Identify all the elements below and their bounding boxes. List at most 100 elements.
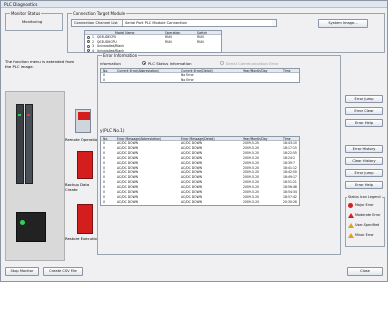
history-cell-time: 20:30:26 [283,199,297,204]
history-cell-abbr: AC/DC DOWN [117,170,138,175]
plc-image-panel [5,91,65,261]
error-jump-button-1[interactable]: Error Jump [345,95,383,103]
history-cell-abbr: AC/DC DOWN [117,194,138,199]
option-module-label[interactable]: nformation [100,61,121,66]
history-cell-detail: AC/DC DOWN [181,150,202,155]
connection-group: Connection Target Module Connection Chan… [67,11,385,53]
create-csv-button-label: Create CSV File [49,269,77,273]
error-help-button-2[interactable]: Error Help [345,181,383,189]
remote-operation-label[interactable]: Remote Operation [65,137,100,142]
history-row[interactable]: 0 AC/DC DOWN AC/DC DOWN 2009-5-20 18:56:48 [101,185,299,190]
module-row-operation: RUN [165,35,172,39]
history-cell-no: 0 [103,165,105,170]
connection-channel-label: Connection Channel List [74,21,118,25]
clear-history-button-label: Clear History [352,159,376,163]
history-cell-date: 2009-5-20 [243,190,260,194]
remote-operation-icon[interactable] [75,109,91,133]
serial-error-radio[interactable] [220,61,224,65]
history-cell-time: 18:17:15 [283,145,297,150]
module-row-operation: RUN [165,39,172,44]
module-row-model: Q03UDECPU [97,35,117,39]
error-jump-button-2[interactable]: Error Jump [345,169,383,177]
current-error-cell-detail: No Error [181,77,194,82]
history-cell-time: 18:49:17 [283,175,297,180]
window-title: PLC Diagnostics [1,1,387,8]
backup-label[interactable]: Backup Data Create [65,182,95,192]
history-cell-time: 18:22:55 [283,150,297,155]
history-row[interactable]: 0 AC/DC DOWN AC/DC DOWN 2009-5-20 18:49:17 [101,175,299,180]
module-row-radio[interactable] [87,44,90,48]
history-row[interactable]: 0 AC/DC DOWN AC/DC DOWN 2009-5-20 18:51:21 [101,180,299,184]
module-row-radio[interactable] [87,35,90,39]
history-cell-detail: AC/DC DOWN [181,185,202,190]
history-cell-no: 0 [103,170,105,175]
connection-channel-value[interactable]: Serial Port PLC Module Connection [122,20,272,26]
module-table-row[interactable]: 2 Q03UDHCPU RUN RUN [85,39,221,44]
current-error-row[interactable]: 0 No Error [101,73,299,77]
history-cell-detail: AC/DC DOWN [181,199,202,204]
module-table-row[interactable]: 3 Uninstalled/Blank [85,44,221,49]
history-row[interactable]: 0 AC/DC DOWN AC/DC DOWN 2009-5-20 18:42:50 [101,170,299,175]
plc-led-green [18,114,21,116]
history-row[interactable]: 0 AC/DC DOWN AC/DC DOWN 2009-5-20 18:57:42 [101,194,299,199]
status-icon-legend: Status Icon Legend Major Error Moderate E… [345,195,385,247]
module-row-switch: RUN [197,39,204,44]
plc-status-radio[interactable] [142,61,146,65]
history-row[interactable]: 0 AC/DC DOWN AC/DC DOWN 2009-5-20 18:41:12 [101,165,299,170]
restore-icon[interactable] [77,204,93,234]
stop-monitor-button[interactable]: Stop Monitor [5,267,39,276]
current-error-cell-detail: No Error [181,73,194,77]
stop-monitor-button-label: Stop Monitor [10,269,34,273]
history-cell-abbr: AC/DC DOWN [117,190,138,194]
history-row[interactable]: 0 AC/DC DOWN AC/DC DOWN 2009-5-20 20:30:26 [101,199,299,204]
module-row-radio[interactable] [87,40,90,44]
option-serial-label: Serial Communication Error [226,61,279,66]
history-cell-detail: AC/DC DOWN [181,160,202,165]
error-clear-button-label: Error Clear [354,109,374,113]
close-button[interactable]: Close [347,267,383,276]
history-table: No. Error Message(Abbreviation) Error Me… [100,136,300,206]
error-info-title: Error Information [102,53,139,58]
history-row[interactable]: 0 AC/DC DOWN AC/DC DOWN 2009-5-20 18:54:34 [101,190,299,194]
restore-label[interactable]: Restore Execution [65,236,99,241]
history-cell-time: 18:43:10 [283,141,297,145]
error-clear-button[interactable]: Error Clear [345,107,383,115]
history-cell-no: 0 [103,160,105,165]
module-row-model: Q03UDHCPU [97,39,117,44]
history-cell-detail: AC/DC DOWN [181,194,202,199]
system-image-button[interactable]: System Image... [318,19,368,28]
module-row-radio[interactable] [87,49,90,52]
history-cell-abbr: AC/DC DOWN [117,175,138,180]
history-cell-no: 0 [103,155,105,160]
history-row[interactable]: 0 AC/DC DOWN AC/DC DOWN 2009-5-20 18:24:2 [101,155,299,160]
current-error-row[interactable]: 0 No Error [101,77,299,82]
history-cell-detail: AC/DC DOWN [181,190,202,194]
history-cell-date: 2009-5-20 [243,150,260,155]
module-row-model: Uninstalled/Blank [97,44,125,49]
history-row[interactable]: 0 AC/DC DOWN AC/DC DOWN 2009-5-20 18:43:10 [101,141,299,145]
monitor-status-value: Monitoring [22,19,43,24]
legend-item-label: Major Error [355,203,374,207]
history-row[interactable]: 0 AC/DC DOWN AC/DC DOWN 2009-5-20 18:39:7 [101,160,299,165]
error-history-button[interactable]: Error History [345,145,383,153]
history-cell-date: 2009-5-20 [243,141,260,145]
moderate-error-icon [348,213,354,218]
error-help-button-1[interactable]: Error Help [345,119,383,127]
error-help-button-2-label: Error Help [354,183,374,187]
error-jump-button-2-label: Error Jump [354,171,374,175]
option-plc-status-label[interactable]: PLC Status Information [148,61,192,66]
history-cell-no: 0 [103,145,105,150]
backup-icon[interactable] [77,151,93,179]
create-csv-button[interactable]: Create CSV File [43,267,83,276]
history-cell-no: 0 [103,150,105,155]
history-row[interactable]: 0 AC/DC DOWN AC/DC DOWN 2009-5-20 18:22:55 [101,150,299,155]
plc-module-2[interactable] [25,104,33,184]
history-cell-no: 0 [103,175,105,180]
legend-item-label: Minor Error [355,233,374,237]
clear-history-button[interactable]: Clear History [345,157,383,165]
module-table-row[interactable]: 1 Q03UDECPU RUN RUN [85,35,221,39]
history-cell-abbr: AC/DC DOWN [117,145,138,150]
history-row[interactable]: 0 AC/DC DOWN AC/DC DOWN 2009-5-20 18:17:15 [101,145,299,150]
plc-module-1[interactable] [16,104,24,184]
legend-item-label: Moderate Error [355,213,381,217]
